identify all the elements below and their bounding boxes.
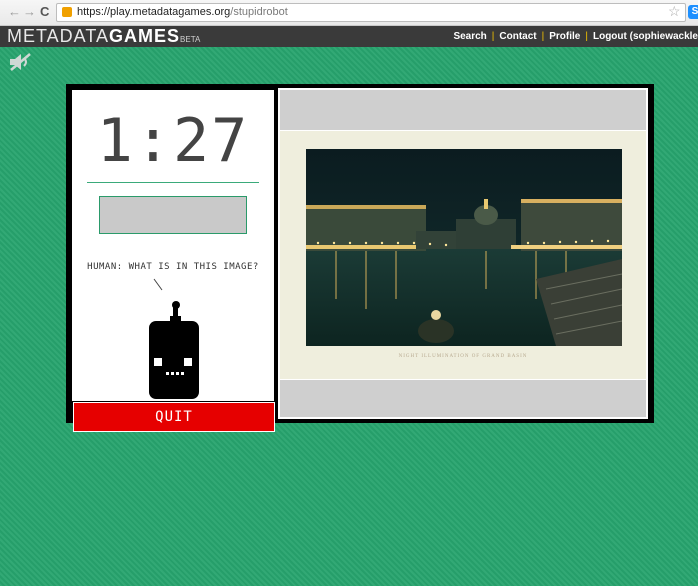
- nav-search-link[interactable]: Search: [453, 31, 486, 42]
- robot-question: HUMAN: WHAT IS IN THIS IMAGE?: [87, 262, 259, 272]
- image-caption: NIGHT ILLUMINATION OF GRAND BASIN: [398, 354, 528, 359]
- nav-separator: |: [585, 31, 588, 42]
- site-header: METADATAGAMESBETA Search | Contact | Profile…: [0, 26, 698, 47]
- robot-panel: 1:27 HUMAN: WHAT IS IN THIS IMAGE?: [72, 90, 274, 401]
- url-host: https://play.metadatagames.org: [77, 6, 231, 18]
- url-path: /stupidrobot: [230, 6, 288, 18]
- mute-speaker-icon[interactable]: [8, 53, 34, 71]
- robot-icon: [149, 301, 199, 399]
- nav-profile-link[interactable]: Profile: [549, 31, 580, 42]
- logo-beta: BETA: [180, 35, 201, 44]
- game-image: NIGHT ILLUMINATION OF GRAND BASIN: [280, 131, 646, 379]
- logo-bold: GAMES: [109, 26, 181, 46]
- nav-contact-link[interactable]: Contact: [499, 31, 536, 42]
- image-panel: NIGHT ILLUMINATION OF GRAND BASIN: [278, 88, 648, 419]
- extension-icon[interactable]: S: [688, 5, 698, 19]
- lock-icon: [62, 7, 72, 17]
- address-bar[interactable]: https://play.metadatagames.org/stupidrob…: [56, 3, 686, 22]
- nav-logout-link[interactable]: Logout (sophiewackle: [593, 31, 698, 42]
- page-background: 1:27 HUMAN: WHAT IS IN THIS IMAGE? QUIT: [0, 47, 698, 586]
- speech-tail-icon: [153, 278, 163, 291]
- top-nav: Search | Contact | Profile | Logout (sophiewac…: [453, 26, 698, 47]
- bookmark-star-icon[interactable]: ☆: [668, 4, 681, 18]
- nav-separator: |: [541, 31, 545, 42]
- quit-button[interactable]: QUIT: [73, 402, 275, 432]
- forward-arrow-icon[interactable]: →: [23, 4, 36, 20]
- night-illumination-photo: [306, 149, 622, 346]
- logo-prefix: METADATA: [7, 26, 109, 46]
- reload-icon[interactable]: C: [40, 4, 49, 20]
- nav-separator: |: [491, 31, 495, 42]
- divider: [87, 182, 259, 183]
- answer-input[interactable]: [99, 196, 247, 234]
- browser-toolbar: ← → C https://play.metadatagames.org/stu…: [0, 0, 698, 26]
- image-top-bar: [280, 90, 646, 130]
- url-text: https://play.metadatagames.org/stupidrob…: [77, 6, 288, 18]
- image-bottom-bar: [280, 380, 646, 417]
- game-frame: 1:27 HUMAN: WHAT IS IN THIS IMAGE? QUIT: [66, 84, 654, 432]
- back-arrow-icon[interactable]: ←: [8, 4, 21, 20]
- countdown-timer: 1:27: [96, 106, 250, 176]
